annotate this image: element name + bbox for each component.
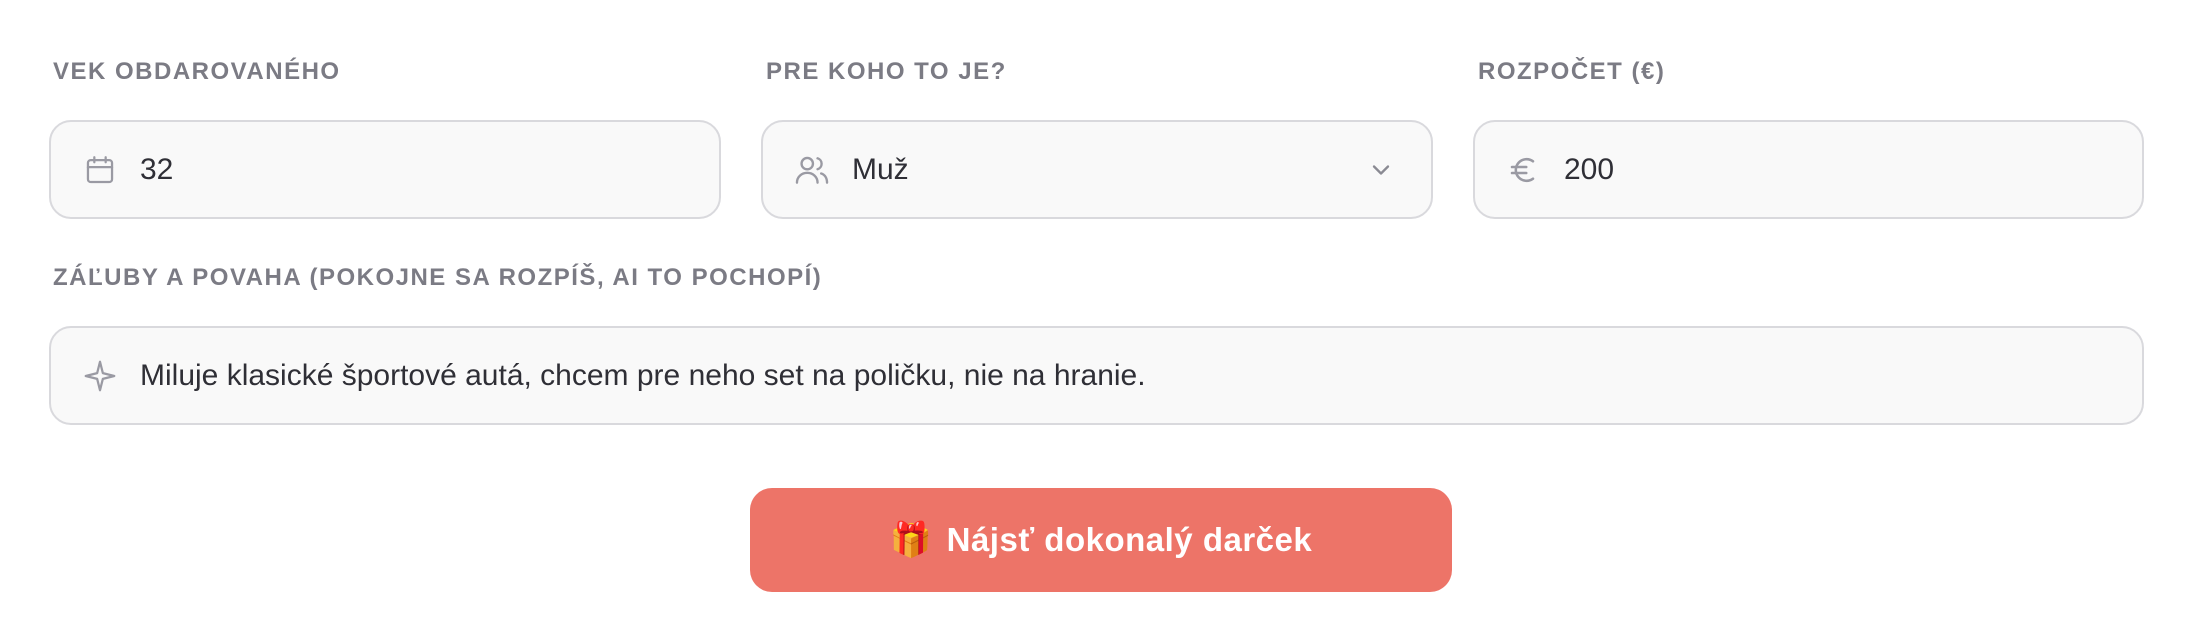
- recipient-select[interactable]: Muž: [761, 120, 1433, 219]
- recipient-label: PRE KOHO TO JE?: [766, 58, 1007, 85]
- euro-icon: [1505, 151, 1543, 189]
- hobbies-label: ZÁĽUBY A POVAHA (POKOJNE SA ROZPÍŠ, AI T…: [53, 264, 823, 291]
- find-gift-button-label: Nájsť dokonalý darček: [946, 521, 1313, 558]
- age-field[interactable]: 32: [49, 120, 721, 219]
- sparkle-icon: [81, 357, 119, 395]
- hobbies-value: Miluje klasické športové autá, chcem pre…: [140, 358, 1146, 392]
- recipient-selected-value: Muž: [852, 152, 909, 186]
- age-value: 32: [140, 152, 174, 186]
- hobbies-field[interactable]: Miluje klasické športové autá, chcem pre…: [49, 326, 2144, 425]
- budget-field[interactable]: 200: [1473, 120, 2144, 219]
- age-label: VEK OBDAROVANÉHO: [53, 58, 341, 85]
- calendar-icon: [81, 151, 119, 189]
- gift-icon: 🎁: [889, 521, 933, 559]
- users-icon: [793, 151, 831, 189]
- find-gift-button[interactable]: 🎁 Nájsť dokonalý darček: [750, 488, 1452, 592]
- budget-label: ROZPOČET (€): [1478, 58, 1666, 85]
- budget-value: 200: [1564, 152, 1615, 186]
- chevron-down-icon[interactable]: [1367, 156, 1395, 184]
